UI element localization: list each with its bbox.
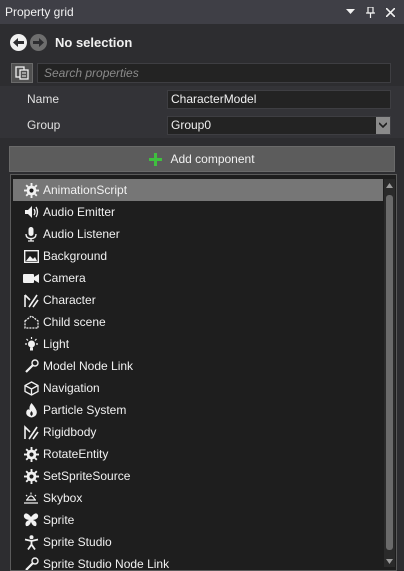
rigidbody-icon: [21, 423, 41, 441]
cube-icon: [21, 379, 41, 397]
component-item-label: Character: [43, 293, 96, 307]
add-component-button[interactable]: Add component: [9, 146, 395, 172]
component-item[interactable]: AnimationScript: [13, 179, 383, 201]
scroll-up-icon[interactable]: [384, 179, 395, 191]
component-list: AnimationScript Audio Emitter Audio Listen…: [13, 179, 383, 571]
component-item[interactable]: Character: [13, 289, 383, 311]
property-list: Name CharacterModel Group Group0: [0, 86, 404, 138]
scrollbar-thumb[interactable]: [386, 195, 393, 550]
navigation-row: No selection: [0, 24, 404, 60]
component-item-label: RotateEntity: [43, 447, 109, 461]
gear-icon: [21, 445, 41, 463]
component-item[interactable]: Rigidbody: [13, 421, 383, 443]
component-item[interactable]: Light: [13, 333, 383, 355]
component-item[interactable]: Sprite Studio Node Link: [13, 553, 383, 571]
plus-icon: [149, 152, 163, 166]
component-item[interactable]: Model Node Link: [13, 355, 383, 377]
component-item-label: Sprite: [43, 513, 75, 527]
property-row-name: Name CharacterModel: [0, 86, 404, 112]
component-item[interactable]: SetSpriteSource: [13, 465, 383, 487]
add-component-label: Add component: [170, 152, 255, 166]
character-icon: [21, 291, 41, 309]
forward-arrow-icon[interactable]: [30, 33, 47, 51]
component-item-label: Sprite Studio: [43, 535, 112, 549]
panel-title: Property grid: [5, 5, 74, 19]
component-item[interactable]: Sprite Studio: [13, 531, 383, 553]
filter-toggle-icon[interactable]: [11, 63, 33, 83]
property-label: Name: [27, 92, 60, 106]
butterfly-icon: [21, 511, 41, 529]
group-select-value: Group0: [171, 118, 212, 132]
chevron-down-icon[interactable]: [340, 2, 360, 22]
chevron-down-icon[interactable]: [376, 116, 390, 134]
back-arrow-icon[interactable]: [10, 33, 27, 51]
link-icon: [21, 357, 41, 375]
scrollbar[interactable]: [384, 179, 395, 567]
component-item-label: Model Node Link: [43, 359, 134, 373]
search-row: [0, 60, 404, 86]
component-item[interactable]: Audio Emitter: [13, 201, 383, 223]
component-item[interactable]: Background: [13, 245, 383, 267]
component-item-label: Sprite Studio Node Link: [43, 557, 170, 571]
property-row-group: Group Group0: [0, 112, 404, 138]
gear-icon: [21, 181, 41, 199]
component-item-label: Skybox: [43, 491, 83, 505]
scroll-down-icon[interactable]: [384, 555, 395, 567]
panel-titlebar: Property grid: [0, 0, 404, 24]
flame-icon: [21, 401, 41, 419]
component-item-label: Child scene: [43, 315, 106, 329]
lightbulb-icon: [21, 335, 41, 353]
component-item-label: Navigation: [43, 381, 100, 395]
component-item-label: AnimationScript: [43, 183, 128, 197]
gear-icon: [21, 467, 41, 485]
component-item[interactable]: Skybox: [13, 487, 383, 509]
component-item[interactable]: Camera: [13, 267, 383, 289]
component-item-label: SetSpriteSource: [43, 469, 131, 483]
image-icon: [21, 247, 41, 265]
link-icon: [21, 555, 41, 570]
component-item-label: Particle System: [43, 403, 127, 417]
speaker-icon: [21, 203, 41, 221]
component-item[interactable]: Child scene: [13, 311, 383, 333]
group-select[interactable]: Group0: [167, 115, 391, 135]
component-item-label: Audio Emitter: [43, 205, 116, 219]
component-item-label: Background: [43, 249, 108, 263]
close-icon[interactable]: [380, 2, 400, 22]
property-label: Group: [27, 118, 61, 132]
pin-icon[interactable]: [360, 2, 380, 22]
component-dropdown: AnimationScript Audio Emitter Audio Listen…: [10, 174, 397, 571]
component-item[interactable]: Particle System: [13, 399, 383, 421]
component-item-label: Light: [43, 337, 70, 351]
component-item[interactable]: Navigation: [13, 377, 383, 399]
camera-icon: [21, 269, 41, 287]
child-scene-icon: [21, 313, 41, 331]
microphone-icon: [21, 225, 41, 243]
component-item[interactable]: Sprite: [13, 509, 383, 531]
skybox-icon: [21, 489, 41, 507]
component-item[interactable]: Audio Listener: [13, 223, 383, 245]
component-item-label: Audio Listener: [43, 227, 120, 241]
selection-label: No selection: [55, 34, 133, 50]
name-field[interactable]: CharacterModel: [167, 89, 391, 109]
component-item[interactable]: RotateEntity: [13, 443, 383, 465]
component-item-label: Rigidbody: [43, 425, 97, 439]
figure-icon: [21, 533, 41, 551]
component-item-label: Camera: [43, 271, 86, 285]
search-input[interactable]: [37, 63, 391, 83]
